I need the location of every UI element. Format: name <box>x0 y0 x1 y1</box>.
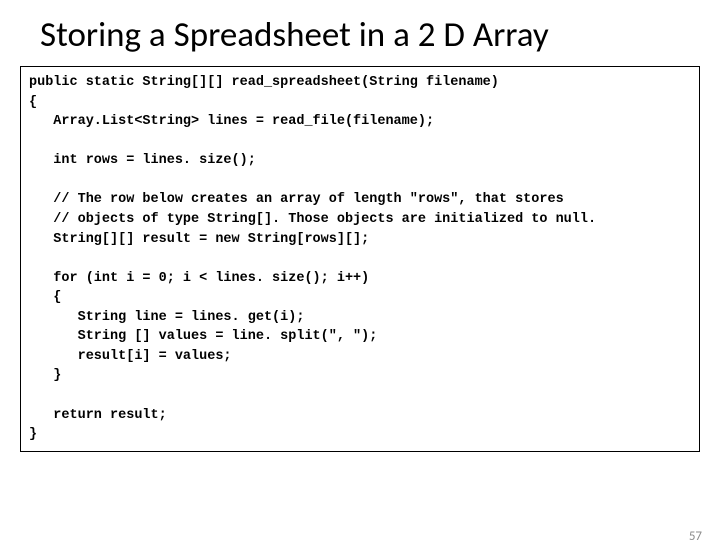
slide-title: Storing a Spreadsheet in a 2 D Array <box>0 14 720 56</box>
page-number: 57 <box>689 529 702 540</box>
slide: Storing a Spreadsheet in a 2 D Array pub… <box>0 14 720 540</box>
code-block: public static String[][] read_spreadshee… <box>20 66 700 452</box>
